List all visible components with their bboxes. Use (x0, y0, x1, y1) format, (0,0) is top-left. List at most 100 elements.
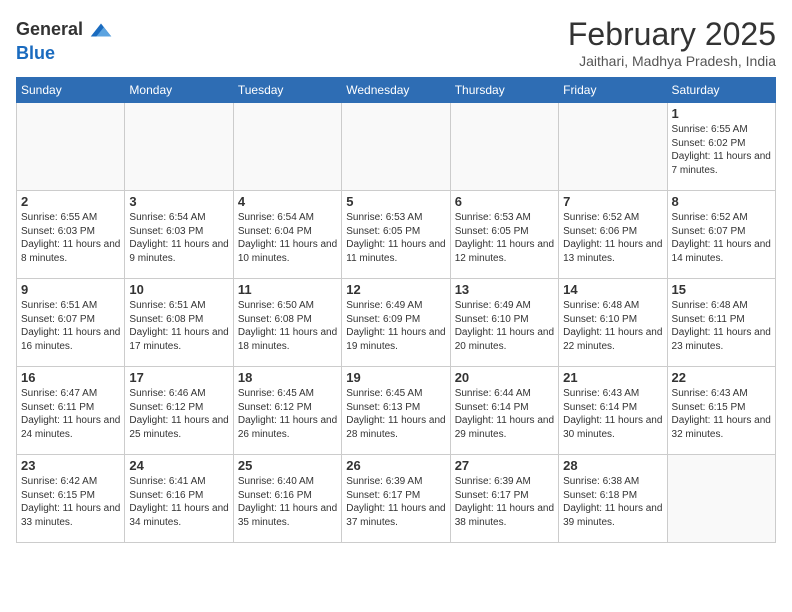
calendar-cell: 21 Sunrise: 6:43 AMSunset: 6:14 PMDayligh… (559, 367, 667, 455)
page-header: General Blue February 2025 Jaithari, Mad… (16, 16, 776, 69)
logo-icon (87, 16, 115, 44)
calendar-week-4: 23 Sunrise: 6:42 AMSunset: 6:15 PMDayligh… (17, 455, 776, 543)
day-number: 16 (21, 370, 120, 385)
calendar-cell: 19 Sunrise: 6:45 AMSunset: 6:13 PMDayligh… (342, 367, 450, 455)
calendar-table: SundayMondayTuesdayWednesdayThursdayFrid… (16, 77, 776, 543)
day-number: 27 (455, 458, 554, 473)
day-info: Sunrise: 6:39 AMSunset: 6:17 PMDaylight:… (455, 475, 554, 529)
logo: General Blue (16, 16, 115, 64)
day-info: Sunrise: 6:48 AMSunset: 6:10 PMDaylight:… (563, 299, 662, 353)
calendar-cell: 20 Sunrise: 6:44 AMSunset: 6:14 PMDayligh… (450, 367, 558, 455)
day-number: 13 (455, 282, 554, 297)
day-number: 20 (455, 370, 554, 385)
location-subtitle: Jaithari, Madhya Pradesh, India (568, 53, 776, 69)
calendar-cell: 12 Sunrise: 6:49 AMSunset: 6:09 PMDayligh… (342, 279, 450, 367)
calendar-cell (342, 103, 450, 191)
calendar-cell: 5Sunrise: 6:53 AMSunset: 6:05 PMDaylight… (342, 191, 450, 279)
day-number: 21 (563, 370, 662, 385)
day-info: Sunrise: 6:50 AMSunset: 6:08 PMDaylight:… (238, 299, 337, 353)
calendar-cell: 3 Sunrise: 6:54 AMSunset: 6:03 PMDaylight… (125, 191, 233, 279)
day-info: Sunrise: 6:52 AMSunset: 6:07 PMDaylight:… (672, 211, 771, 265)
calendar-week-0: 1 Sunrise: 6:55 AMSunset: 6:02 PMDaylight… (17, 103, 776, 191)
calendar-cell: 13 Sunrise: 6:49 AMSunset: 6:10 PMDayligh… (450, 279, 558, 367)
day-info: Sunrise: 6:54 AMSunset: 6:03 PMDaylight:… (129, 211, 228, 265)
calendar-cell (233, 103, 341, 191)
calendar-cell: 25 Sunrise: 6:40 AMSunset: 6:16 PMDayligh… (233, 455, 341, 543)
day-info: Sunrise: 6:43 AMSunset: 6:15 PMDaylight:… (672, 387, 771, 441)
calendar-cell: 16 Sunrise: 6:47 AMSunset: 6:11 PMDayligh… (17, 367, 125, 455)
calendar-cell (667, 455, 775, 543)
weekday-header-thursday: Thursday (450, 78, 558, 103)
day-number: 28 (563, 458, 662, 473)
logo-general-text: General (16, 20, 83, 40)
calendar-cell: 18 Sunrise: 6:45 AMSunset: 6:12 PMDayligh… (233, 367, 341, 455)
weekday-header-wednesday: Wednesday (342, 78, 450, 103)
calendar-cell: 28 Sunrise: 6:38 AMSunset: 6:18 PMDayligh… (559, 455, 667, 543)
day-number: 17 (129, 370, 228, 385)
calendar-cell: 7 Sunrise: 6:52 AMSunset: 6:06 PMDaylight… (559, 191, 667, 279)
calendar-cell: 6 Sunrise: 6:53 AMSunset: 6:05 PMDaylight… (450, 191, 558, 279)
month-title: February 2025 (568, 16, 776, 53)
day-info: Sunrise: 6:42 AMSunset: 6:15 PMDaylight:… (21, 475, 120, 529)
calendar-cell: 1 Sunrise: 6:55 AMSunset: 6:02 PMDaylight… (667, 103, 775, 191)
day-info: Sunrise: 6:49 AMSunset: 6:10 PMDaylight:… (455, 299, 554, 353)
day-number: 7 (563, 194, 662, 209)
day-number: 18 (238, 370, 337, 385)
day-number: 15 (672, 282, 771, 297)
day-info: Sunrise: 6:47 AMSunset: 6:11 PMDaylight:… (21, 387, 120, 441)
day-number: 6 (455, 194, 554, 209)
day-number: 4 (238, 194, 337, 209)
day-info: Sunrise: 6:55 AMSunset: 6:02 PMDaylight:… (672, 123, 771, 177)
day-number: 1 (672, 106, 771, 121)
day-info: Sunrise: 6:45 AMSunset: 6:13 PMDaylight:… (346, 387, 445, 441)
calendar-week-2: 9 Sunrise: 6:51 AMSunset: 6:07 PMDaylight… (17, 279, 776, 367)
day-info: Sunrise: 6:39 AMSunset: 6:17 PMDaylight:… (346, 475, 445, 529)
day-info: Sunrise: 6:43 AMSunset: 6:14 PMDaylight:… (563, 387, 662, 441)
day-number: 12 (346, 282, 445, 297)
calendar-week-1: 2Sunrise: 6:55 AMSunset: 6:03 PMDaylight… (17, 191, 776, 279)
day-number: 9 (21, 282, 120, 297)
day-info: Sunrise: 6:51 AMSunset: 6:07 PMDaylight:… (21, 299, 120, 353)
weekday-header-saturday: Saturday (667, 78, 775, 103)
day-info: Sunrise: 6:55 AMSunset: 6:03 PMDaylight:… (21, 211, 120, 265)
weekday-header-friday: Friday (559, 78, 667, 103)
day-info: Sunrise: 6:52 AMSunset: 6:06 PMDaylight:… (563, 211, 662, 265)
calendar-week-3: 16 Sunrise: 6:47 AMSunset: 6:11 PMDayligh… (17, 367, 776, 455)
calendar-cell: 22Sunrise: 6:43 AMSunset: 6:15 PMDayligh… (667, 367, 775, 455)
day-number: 26 (346, 458, 445, 473)
day-info: Sunrise: 6:38 AMSunset: 6:18 PMDaylight:… (563, 475, 662, 529)
day-info: Sunrise: 6:46 AMSunset: 6:12 PMDaylight:… (129, 387, 228, 441)
day-number: 3 (129, 194, 228, 209)
calendar-cell: 27 Sunrise: 6:39 AMSunset: 6:17 PMDayligh… (450, 455, 558, 543)
day-number: 23 (21, 458, 120, 473)
day-info: Sunrise: 6:49 AMSunset: 6:09 PMDaylight:… (346, 299, 445, 353)
day-info: Sunrise: 6:45 AMSunset: 6:12 PMDaylight:… (238, 387, 337, 441)
title-section: February 2025 Jaithari, Madhya Pradesh, … (568, 16, 776, 69)
day-number: 25 (238, 458, 337, 473)
day-number: 14 (563, 282, 662, 297)
day-info: Sunrise: 6:51 AMSunset: 6:08 PMDaylight:… (129, 299, 228, 353)
day-number: 24 (129, 458, 228, 473)
day-info: Sunrise: 6:54 AMSunset: 6:04 PMDaylight:… (238, 211, 337, 265)
calendar-cell (559, 103, 667, 191)
calendar-cell: 23 Sunrise: 6:42 AMSunset: 6:15 PMDayligh… (17, 455, 125, 543)
day-info: Sunrise: 6:53 AMSunset: 6:05 PMDaylight:… (346, 211, 445, 265)
day-info: Sunrise: 6:40 AMSunset: 6:16 PMDaylight:… (238, 475, 337, 529)
day-info: Sunrise: 6:53 AMSunset: 6:05 PMDaylight:… (455, 211, 554, 265)
day-info: Sunrise: 6:44 AMSunset: 6:14 PMDaylight:… (455, 387, 554, 441)
calendar-cell: 17 Sunrise: 6:46 AMSunset: 6:12 PMDayligh… (125, 367, 233, 455)
day-number: 19 (346, 370, 445, 385)
calendar-cell (17, 103, 125, 191)
day-number: 11 (238, 282, 337, 297)
calendar-cell (125, 103, 233, 191)
day-info: Sunrise: 6:41 AMSunset: 6:16 PMDaylight:… (129, 475, 228, 529)
weekday-header-tuesday: Tuesday (233, 78, 341, 103)
calendar-cell: 15Sunrise: 6:48 AMSunset: 6:11 PMDayligh… (667, 279, 775, 367)
calendar-cell (450, 103, 558, 191)
calendar-cell: 14 Sunrise: 6:48 AMSunset: 6:10 PMDayligh… (559, 279, 667, 367)
day-number: 8 (672, 194, 771, 209)
calendar-cell: 24 Sunrise: 6:41 AMSunset: 6:16 PMDayligh… (125, 455, 233, 543)
calendar-cell: 4 Sunrise: 6:54 AMSunset: 6:04 PMDaylight… (233, 191, 341, 279)
calendar-cell: 10 Sunrise: 6:51 AMSunset: 6:08 PMDayligh… (125, 279, 233, 367)
day-number: 10 (129, 282, 228, 297)
